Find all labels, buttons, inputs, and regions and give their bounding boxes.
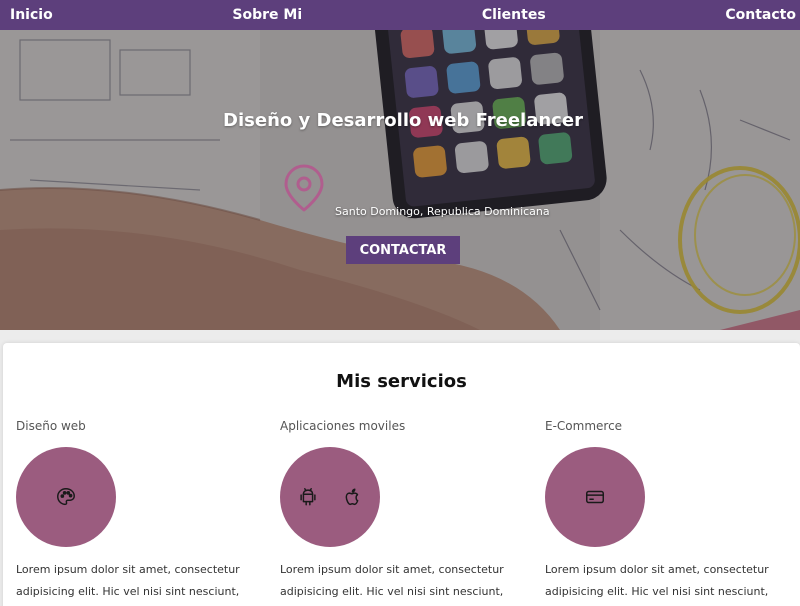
services-heading: Mis servicios bbox=[336, 371, 467, 392]
hero-overlay bbox=[0, 30, 800, 330]
contactar-button[interactable]: CONTACTAR bbox=[346, 236, 460, 264]
nav-link-sobre-mi[interactable]: Sobre Mi bbox=[232, 7, 302, 23]
service-icon-circle bbox=[280, 447, 380, 547]
service-diseno-web: Diseño web Lorem ipsum dolor sit amet, c… bbox=[16, 419, 266, 598]
credit-card-icon bbox=[586, 490, 604, 504]
service-icon-circle bbox=[545, 447, 645, 547]
service-e-commerce: E-Commerce Lorem ipsum dolor sit amet, c… bbox=[545, 419, 795, 598]
palette-icon bbox=[57, 488, 75, 506]
service-icon-circle bbox=[16, 447, 116, 547]
service-description: Lorem ipsum dolor sit amet, consectetur … bbox=[16, 563, 240, 598]
android-icon bbox=[300, 488, 316, 506]
services-section: Mis servicios Diseño web Lorem ipsum dol… bbox=[3, 343, 800, 606]
top-navigation: Inicio Sobre Mi Clientes Contacto bbox=[0, 0, 800, 30]
service-title: Aplicaciones moviles bbox=[280, 419, 406, 433]
location-pin-icon bbox=[284, 164, 324, 212]
hero-title: Diseño y Desarrollo web Freelancer bbox=[223, 110, 583, 131]
apple-icon bbox=[345, 488, 359, 506]
nav-link-clientes[interactable]: Clientes bbox=[482, 7, 546, 23]
nav-link-contacto[interactable]: Contacto bbox=[725, 7, 796, 23]
service-description: Lorem ipsum dolor sit amet, consectetur … bbox=[545, 563, 769, 598]
service-aplicaciones-moviles: Aplicaciones moviles Lorem ipsum dolor s… bbox=[280, 419, 530, 598]
service-description: Lorem ipsum dolor sit amet, consectetur … bbox=[280, 563, 504, 598]
service-title: Diseño web bbox=[16, 419, 86, 433]
nav-link-inicio[interactable]: Inicio bbox=[10, 7, 53, 23]
hero-section: Diseño y Desarrollo web Freelancer Santo… bbox=[0, 30, 800, 330]
service-title: E-Commerce bbox=[545, 419, 623, 433]
hero-location: Santo Domingo, Republica Dominicana bbox=[335, 205, 550, 218]
